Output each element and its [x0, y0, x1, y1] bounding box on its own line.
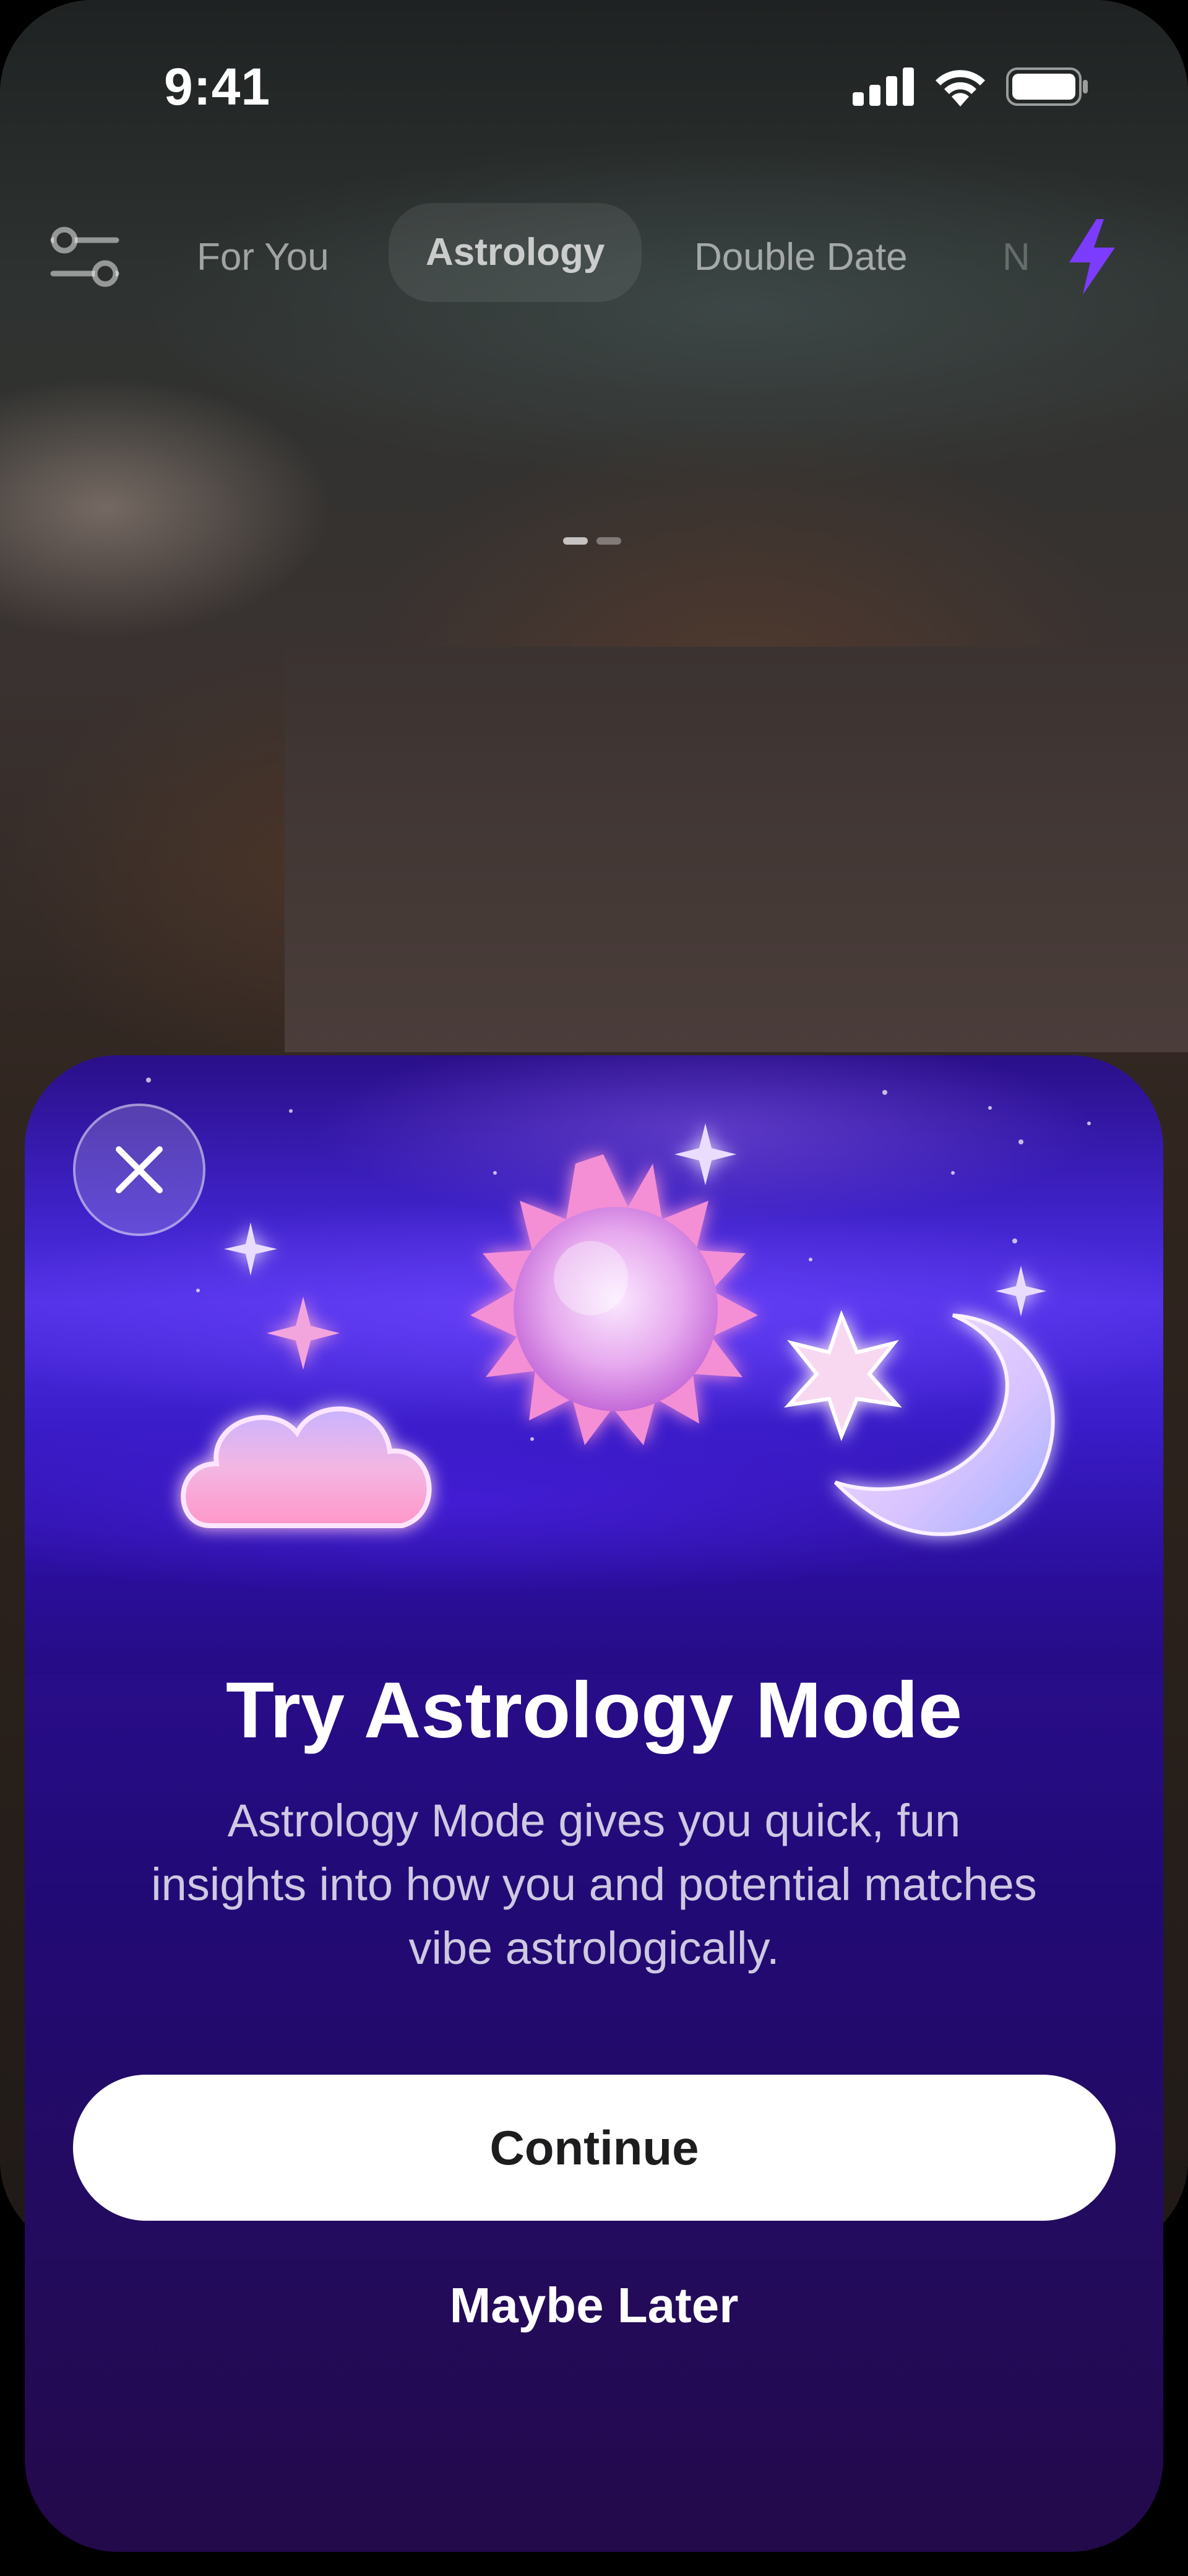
tab-next-partial[interactable]: N [1002, 228, 1040, 287]
modal-title: Try Astrology Mode [225, 1666, 963, 1755]
pager-dot [596, 537, 621, 545]
maybe-later-button[interactable]: Maybe Later [25, 2259, 1163, 2352]
modal-description-line: insights into how you and potential matc… [151, 1859, 1037, 1910]
tab-astrology[interactable]: Astrology [389, 203, 642, 302]
close-button[interactable] [73, 1104, 205, 1236]
astrology-mode-modal: Try Astrology Mode Astrology Mode gives … [25, 1055, 1163, 2552]
cloud-icon [181, 1406, 432, 1528]
cellular-signal-icon [853, 67, 914, 106]
modal-description: Astrology Mode gives you quick, fun insi… [99, 1789, 1089, 1980]
profile-photo-overlay [285, 647, 1188, 1052]
modal-description-line: Astrology Mode gives you quick, fun [227, 1795, 961, 1846]
filter-sliders-icon [50, 227, 119, 287]
status-bar: 9:41 [0, 0, 1188, 161]
mode-tab-bar: For You Astrology Double Date N [0, 198, 1188, 545]
star-icon [784, 1310, 902, 1441]
status-time: 9:41 [164, 58, 271, 116]
close-icon [116, 1146, 163, 1193]
modal-description-line: vibe astrologically. [408, 1922, 780, 1974]
tab-double-date[interactable]: Double Date [694, 228, 908, 287]
lightning-bolt-icon [1069, 219, 1115, 295]
sun-icon [470, 1154, 758, 1445]
sparkle-pink-icon [267, 1297, 340, 1370]
pager-dot-active [563, 537, 588, 545]
battery-icon [1006, 67, 1088, 106]
boost-button[interactable] [1058, 217, 1126, 297]
photo-pager [563, 537, 621, 545]
wifi-icon [936, 70, 985, 106]
tab-for-you[interactable]: For You [197, 228, 329, 287]
continue-button[interactable]: Continue [73, 2075, 1116, 2221]
filter-button[interactable] [48, 223, 123, 291]
status-icons [853, 67, 1089, 106]
